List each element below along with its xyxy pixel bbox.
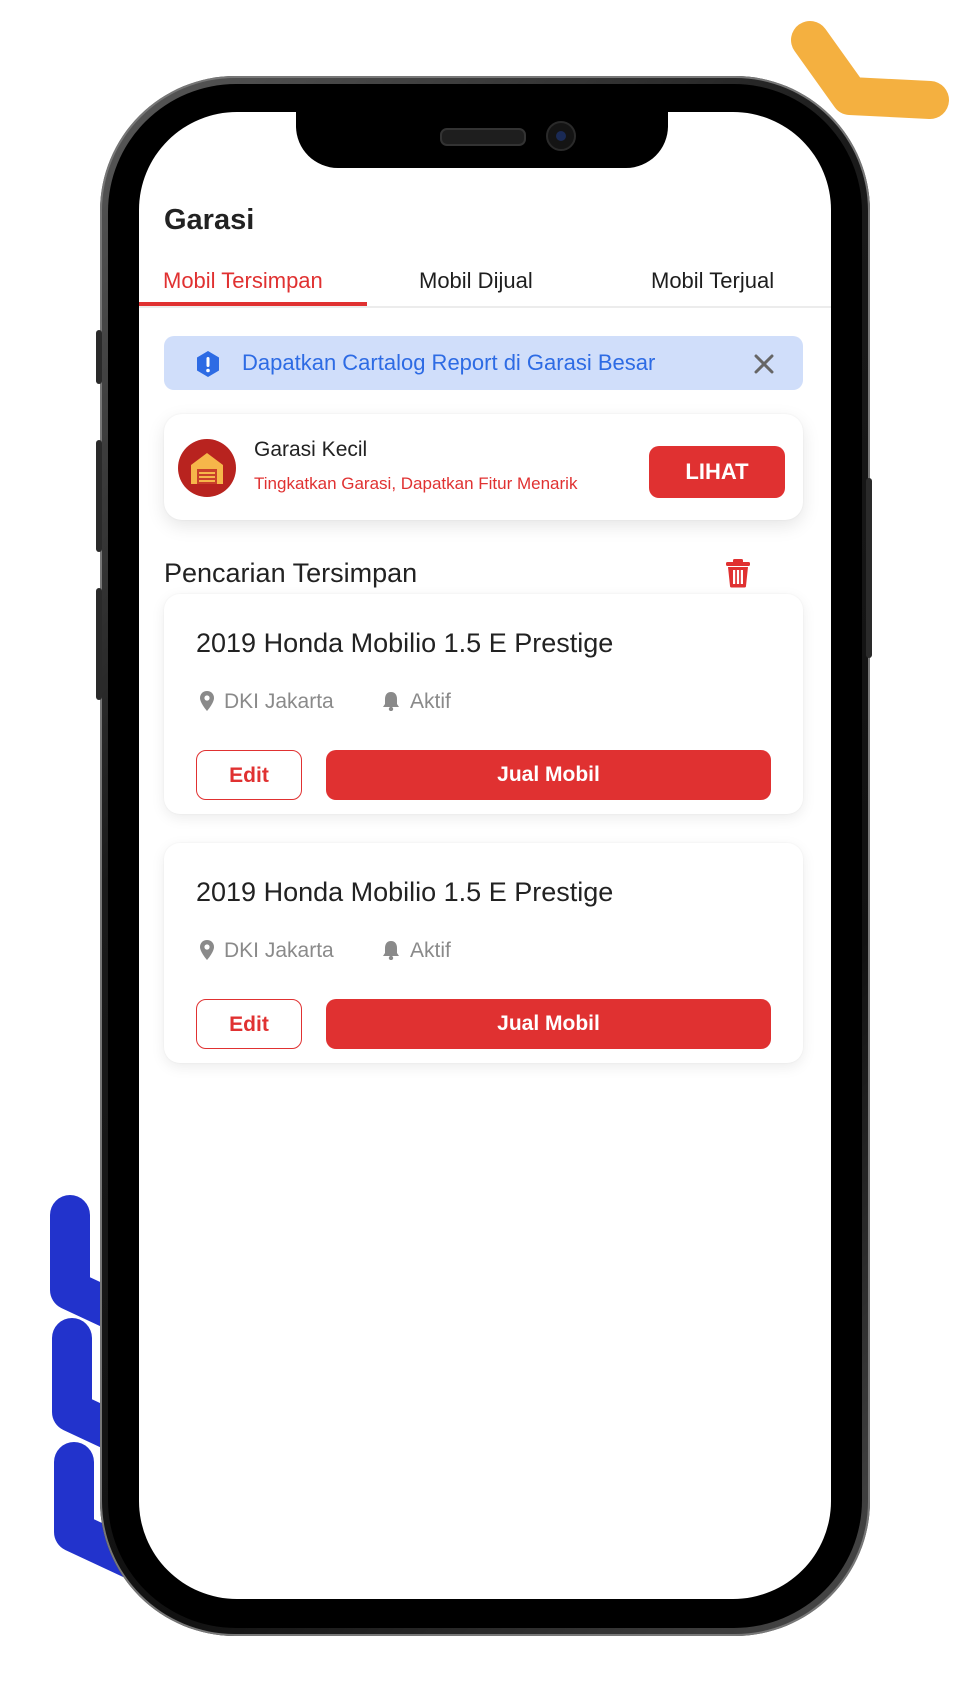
alert-icon bbox=[197, 351, 219, 377]
location-meta: DKI Jakarta bbox=[200, 690, 334, 714]
section-title: Pencarian Tersimpan bbox=[164, 558, 418, 588]
upgrade-card: Garasi Kecil Tingkatkan Garasi, Dapatkan… bbox=[164, 414, 803, 520]
status-meta: Aktif bbox=[382, 690, 451, 714]
phone-power-button bbox=[866, 478, 872, 658]
tab-mobil-dijual[interactable]: Mobil Dijual bbox=[419, 268, 533, 294]
bell-icon bbox=[383, 692, 399, 712]
yellow-chevron-shape bbox=[791, 21, 949, 119]
saved-search-card: 2019 Honda Mobilio 1.5 E Prestige DKI Ja… bbox=[164, 843, 803, 1063]
phone-speaker bbox=[440, 128, 526, 146]
phone-volume-up-button bbox=[96, 440, 102, 552]
tab-bar: Mobil Tersimpan Mobil Dijual Mobil Terju… bbox=[139, 260, 831, 308]
garage-icon bbox=[178, 439, 236, 497]
info-banner[interactable]: Dapatkan Cartalog Report di Garasi Besar bbox=[164, 336, 803, 390]
garage-tier-subtitle: Tingkatkan Garasi, Dapatkan Fitur Menari… bbox=[254, 474, 578, 493]
status-text: Aktif bbox=[410, 939, 451, 962]
lihat-button[interactable]: LIHAT bbox=[649, 446, 785, 498]
car-title: 2019 Honda Mobilio 1.5 E Prestige bbox=[196, 877, 614, 907]
phone-screen: Garasi Mobil Tersimpan Mobil Dijual Mobi… bbox=[139, 112, 831, 1599]
trash-icon[interactable] bbox=[725, 558, 751, 588]
banner-text: Dapatkan Cartalog Report di Garasi Besar bbox=[242, 350, 656, 375]
page-title: Garasi bbox=[164, 204, 255, 236]
garage-tier-title: Garasi Kecil bbox=[254, 438, 368, 461]
jual-mobil-button[interactable]: Jual Mobil bbox=[326, 999, 771, 1049]
active-tab-indicator bbox=[139, 302, 367, 306]
status-text: Aktif bbox=[410, 690, 451, 713]
bell-icon bbox=[383, 941, 399, 961]
location-pin-icon bbox=[200, 691, 214, 711]
location-text: DKI Jakarta bbox=[224, 939, 334, 962]
car-title: 2019 Honda Mobilio 1.5 E Prestige bbox=[196, 628, 614, 658]
phone-volume-down-button bbox=[96, 588, 102, 700]
front-camera bbox=[546, 121, 576, 151]
tab-mobil-terjual[interactable]: Mobil Terjual bbox=[651, 268, 774, 294]
edit-button[interactable]: Edit bbox=[196, 999, 302, 1049]
saved-search-card: 2019 Honda Mobilio 1.5 E Prestige DKI Ja… bbox=[164, 594, 803, 814]
tab-mobil-tersimpan[interactable]: Mobil Tersimpan bbox=[163, 268, 323, 294]
edit-button[interactable]: Edit bbox=[196, 750, 302, 800]
phone-side-button bbox=[96, 330, 102, 384]
jual-mobil-button[interactable]: Jual Mobil bbox=[326, 750, 771, 800]
location-text: DKI Jakarta bbox=[224, 690, 334, 713]
location-meta: DKI Jakarta bbox=[200, 939, 334, 963]
close-icon[interactable] bbox=[752, 352, 776, 376]
status-meta: Aktif bbox=[382, 939, 451, 963]
location-pin-icon bbox=[200, 940, 214, 960]
